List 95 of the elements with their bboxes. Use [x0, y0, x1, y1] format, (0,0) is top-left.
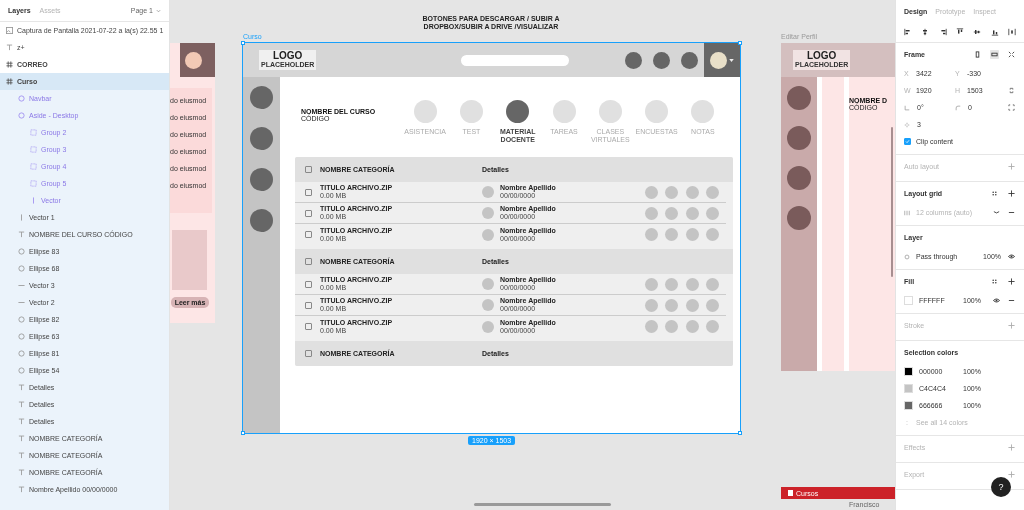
color-swatch[interactable] [904, 367, 913, 376]
resize-handle[interactable] [738, 41, 742, 45]
circle-icon [18, 248, 25, 255]
line-icon [18, 299, 25, 306]
align-top-icon[interactable] [956, 28, 964, 36]
help-button[interactable]: ? [991, 477, 1011, 497]
circle-icon [18, 367, 25, 374]
avatar-icon [482, 320, 494, 333]
sidebar-icon [787, 86, 811, 110]
group-icon [30, 163, 37, 170]
checkbox[interactable] [904, 138, 911, 145]
align-bottom-icon[interactable] [990, 28, 999, 36]
constrain-proportions-icon[interactable] [1007, 86, 1016, 95]
caret-icon [156, 8, 161, 13]
landscape-icon[interactable] [990, 49, 999, 59]
grid-styles-icon[interactable] [990, 188, 999, 198]
profile-menu[interactable] [704, 43, 740, 77]
logo-icon [788, 490, 793, 496]
add-icon[interactable] [1007, 188, 1016, 198]
avatar-icon [482, 207, 494, 219]
hidden-icon[interactable] [992, 208, 1001, 217]
avatar-icon [482, 228, 494, 241]
circle-icon [18, 265, 25, 272]
frame-icon [6, 78, 13, 85]
sidebar-icon[interactable] [250, 127, 273, 150]
avatar-icon [482, 186, 494, 198]
grid-styles-icon[interactable] [990, 276, 999, 286]
nav-icon[interactable] [625, 51, 643, 69]
image-placeholder [172, 230, 207, 290]
sidebar-icon[interactable] [250, 168, 273, 191]
distribute-icon[interactable] [1007, 28, 1016, 36]
group-icon [30, 180, 37, 187]
text-icon [18, 452, 25, 459]
text-icon [18, 401, 25, 408]
color-swatch[interactable] [904, 296, 913, 305]
checkbox[interactable] [305, 188, 312, 196]
circle-icon [18, 112, 25, 119]
eye-icon[interactable] [992, 296, 1001, 305]
color-swatch[interactable] [904, 384, 913, 393]
columns-icon [904, 209, 910, 216]
align-center-icon[interactable] [921, 28, 930, 36]
sidebar-icon [787, 166, 811, 190]
corner-radius-icon [955, 104, 961, 111]
checkbox[interactable] [305, 258, 312, 265]
color-swatch[interactable] [904, 401, 913, 410]
text-icon [18, 231, 25, 238]
search-field[interactable] [461, 54, 570, 66]
text-icon [18, 418, 25, 425]
circle-icon [18, 333, 25, 340]
text-icon [18, 486, 25, 493]
checkbox[interactable] [305, 280, 312, 288]
avatar-icon [482, 278, 494, 290]
eye-icon[interactable] [1007, 252, 1016, 261]
checkbox[interactable] [305, 166, 312, 173]
circle-icon [18, 95, 25, 102]
checkbox[interactable] [305, 323, 312, 330]
text-icon [18, 384, 25, 391]
resize-handle[interactable] [738, 431, 742, 435]
checkbox[interactable] [305, 209, 312, 217]
frame-icon [6, 61, 13, 68]
sidebar-icon [787, 206, 811, 230]
resize-handle[interactable] [241, 431, 245, 435]
circle-icon [18, 316, 25, 323]
sidebar-icon[interactable] [250, 209, 273, 232]
checkbox[interactable] [305, 231, 312, 238]
sidebar-icon[interactable] [250, 86, 273, 109]
resize-icon[interactable] [1007, 49, 1016, 59]
text-icon [18, 469, 25, 476]
align-right-icon[interactable] [938, 28, 947, 36]
blend-icon [904, 253, 910, 260]
sidebar-icon [787, 126, 811, 150]
nav-icon[interactable] [681, 51, 699, 69]
resize-handle[interactable] [241, 41, 245, 45]
course-frame[interactable] [243, 43, 740, 433]
align-middle-icon[interactable] [973, 28, 982, 36]
image-icon [6, 27, 13, 34]
rotation-icon [904, 104, 910, 111]
caret-icon [729, 58, 734, 62]
text-icon [6, 44, 13, 51]
avatar-icon [482, 299, 494, 311]
align-left-icon[interactable] [904, 28, 912, 36]
checkbox[interactable] [305, 301, 312, 309]
text-icon [18, 435, 25, 442]
nav-icon[interactable] [653, 51, 671, 69]
group-icon [30, 146, 37, 153]
circle-icon [18, 350, 25, 357]
line-icon [18, 282, 25, 289]
group-icon [30, 129, 37, 136]
smoothing-icon [904, 121, 910, 128]
portrait-icon[interactable] [973, 49, 982, 59]
avatar-block [180, 43, 215, 77]
independent-corners-icon[interactable] [1007, 103, 1016, 112]
scrollbar[interactable] [474, 503, 611, 506]
add-icon[interactable] [1007, 276, 1016, 286]
checkbox[interactable] [305, 350, 312, 357]
